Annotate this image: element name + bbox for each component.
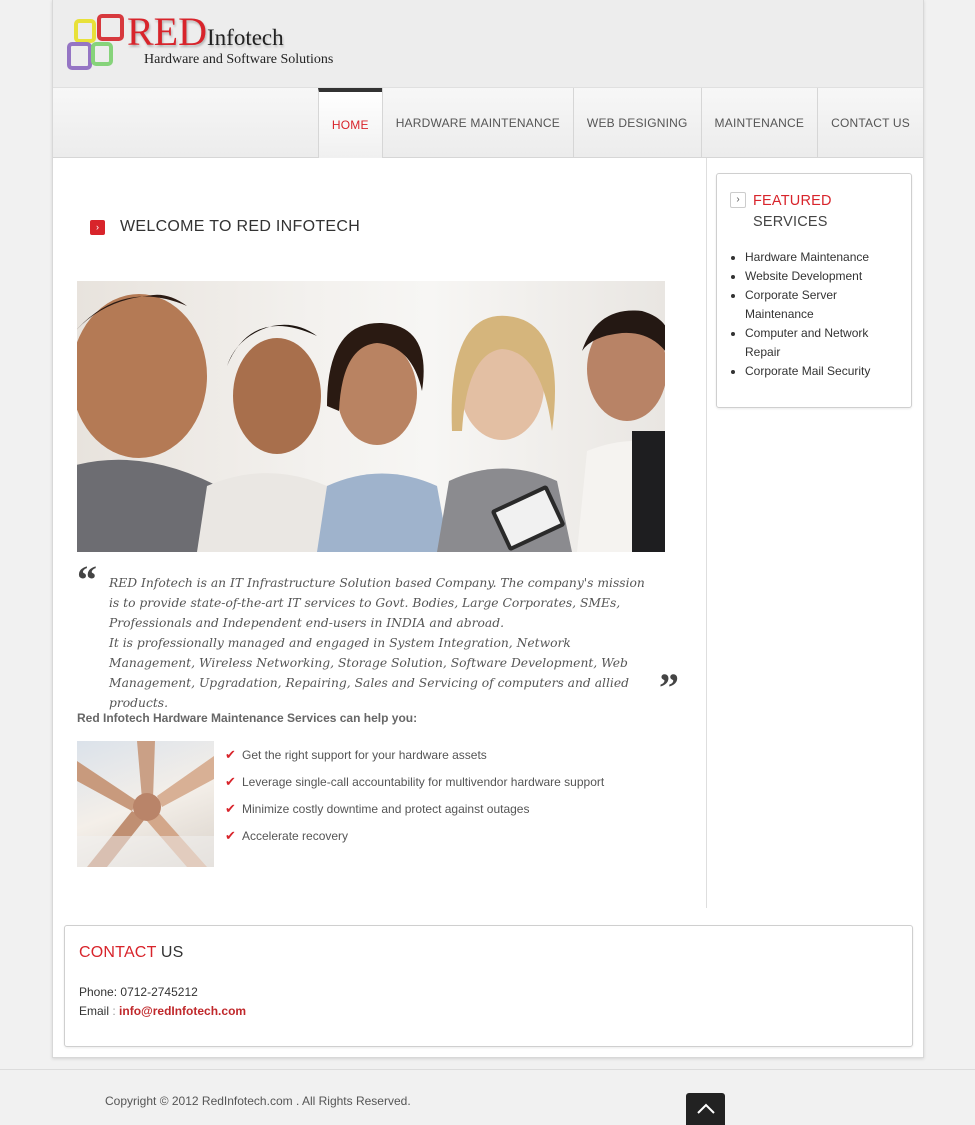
check-icon: ✔ — [225, 800, 236, 816]
chevron-right-icon: › — [730, 192, 746, 208]
header: REDInfotech Hardware and Software Soluti… — [53, 0, 923, 88]
featured-title-dark: SERVICES — [753, 214, 828, 230]
featured-services-list: Hardware Maintenance Website Development… — [745, 248, 905, 381]
email-link[interactable]: info@redInfotech.com — [119, 1004, 246, 1018]
logo-square-green — [91, 42, 113, 66]
logo-brand-red: RED — [127, 9, 207, 54]
phone-value: 0712-2745212 — [120, 985, 198, 999]
team-photo — [77, 281, 665, 552]
contact-title-red: CONTACT — [79, 944, 157, 961]
logo-tagline: Hardware and Software Solutions — [144, 52, 334, 67]
nav-item-web-designing[interactable]: WEB DESIGNING — [572, 88, 701, 158]
contact-title: CONTACT US — [79, 944, 184, 962]
list-item: ✔ Accelerate recovery — [225, 822, 604, 849]
contact-phone: Phone: 0712-2745212 — [79, 985, 198, 999]
checklist-item-text: Minimize costly downtime and protect aga… — [242, 801, 530, 816]
main-content: › WELCOME TO RED INFOTECH “ RED Infotech… — [53, 158, 707, 908]
email-label: Email — [79, 1004, 110, 1018]
featured-services-box: › FEATURED SERVICES Hardware Maintenance… — [716, 173, 912, 408]
logo-square-purple — [67, 42, 92, 70]
chevron-right-icon: › — [90, 219, 105, 235]
hands-illustration — [77, 741, 214, 867]
check-icon: ✔ — [225, 746, 236, 762]
featured-title-red: FEATURED — [753, 193, 832, 209]
nav-item-maintenance[interactable]: MAINTENANCE — [700, 88, 818, 158]
contact-title-dark: US — [156, 944, 184, 961]
list-item: ✔ Get the right support for your hardware… — [225, 741, 604, 768]
logo[interactable]: REDInfotech Hardware and Software Soluti… — [65, 9, 333, 74]
list-item: ✔ Leverage single-call accountability for… — [225, 768, 604, 795]
sidebar-item-computer-network-repair[interactable]: Computer and Network Repair — [745, 324, 905, 362]
scroll-to-top-button[interactable] — [686, 1093, 725, 1125]
phone-label: Phone: — [79, 985, 118, 999]
checklist-item-text: Leverage single-call accountability for … — [242, 774, 605, 789]
open-quote-icon: “ — [77, 557, 97, 602]
close-quote-icon: ” — [659, 665, 679, 710]
services-checklist: ✔ Get the right support for your hardware… — [225, 741, 604, 849]
logo-brand-rest: Infotech — [207, 25, 284, 50]
logo-square-red — [97, 14, 124, 41]
sidebar-item-website-development[interactable]: Website Development — [745, 267, 905, 286]
main-nav: HOME HARDWARE MAINTENANCE WEB DESIGNING … — [53, 88, 923, 158]
copyright-text: Copyright © 2012 RedInfotech.com . All R… — [105, 1094, 411, 1108]
checklist-item-text: Get the right support for your hardware … — [242, 747, 487, 762]
sidebar-item-corporate-server-maintenance[interactable]: Corporate Server Maintenance — [745, 286, 905, 324]
chevron-up-icon — [697, 1103, 715, 1114]
contact-email: Email : info@redInfotech.com — [79, 1004, 246, 1018]
nav-item-hardware-maintenance[interactable]: HARDWARE MAINTENANCE — [381, 88, 573, 158]
nav-item-contact-us[interactable]: CONTACT US — [817, 88, 923, 158]
sidebar-item-hardware-maintenance[interactable]: Hardware Maintenance — [745, 248, 905, 267]
sidebar-item-corporate-mail-security[interactable]: Corporate Mail Security — [745, 362, 905, 381]
check-icon: ✔ — [225, 773, 236, 789]
page-container: REDInfotech Hardware and Software Soluti… — [52, 0, 924, 1058]
services-help-title: Red Infotech Hardware Maintenance Servic… — [77, 711, 418, 725]
nav-item-home[interactable]: HOME — [317, 88, 382, 158]
email-separator: : — [109, 1004, 120, 1018]
checklist-item-text: Accelerate recovery — [242, 828, 349, 843]
hands-teamwork-photo — [77, 741, 214, 867]
team-photo-illustration — [77, 294, 665, 552]
welcome-heading: › WELCOME TO RED INFOTECH — [90, 218, 360, 236]
page-title: WELCOME TO RED INFOTECH — [120, 218, 361, 235]
featured-services-title: FEATURED SERVICES — [753, 191, 832, 233]
list-item: ✔ Minimize costly downtime and protect ag… — [225, 795, 604, 822]
check-icon: ✔ — [225, 827, 236, 843]
quote-text: RED Infotech is an IT Infrastructure Sol… — [109, 576, 645, 710]
contact-box: CONTACT US Phone: 0712-2745212 Email : i… — [64, 925, 913, 1047]
logo-square-yellow — [74, 19, 96, 43]
footer-divider — [0, 1069, 975, 1070]
